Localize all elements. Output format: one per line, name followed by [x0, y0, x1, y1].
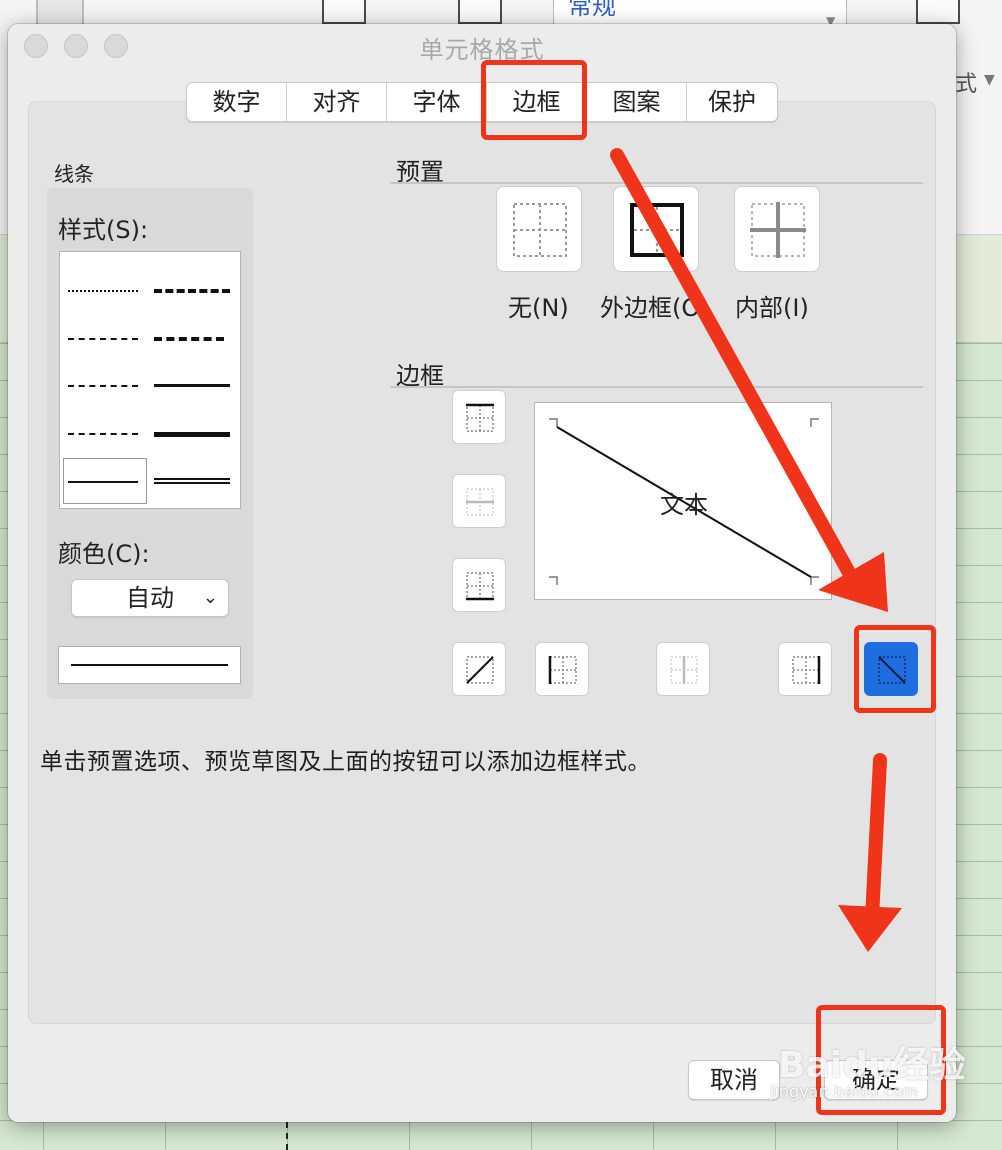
divider — [390, 182, 923, 184]
dialog-title: 单元格格式 — [419, 36, 545, 64]
tab-alignment[interactable]: 对齐 — [287, 83, 387, 121]
border-inside-horizontal-icon — [466, 488, 494, 516]
inside-vertical-border-button[interactable] — [656, 642, 710, 696]
highlight-diagonal-button — [854, 625, 936, 713]
cancel-button[interactable]: 取消 — [688, 1060, 780, 1100]
line-section-title: 线条 — [54, 162, 94, 186]
border-inside-vertical-icon — [670, 656, 698, 684]
toolbar-button[interactable] — [322, 0, 366, 24]
line-style-dotted[interactable] — [68, 290, 138, 292]
preset-none-icon — [513, 203, 567, 257]
border-top-icon — [466, 403, 494, 432]
preset-outline-icon — [630, 203, 684, 257]
toolbar-button[interactable] — [916, 0, 960, 24]
line-style-label: 样式(S): — [58, 216, 149, 244]
line-color-label: 颜色(C): — [58, 540, 150, 568]
selected-line-style-highlight — [63, 458, 147, 504]
line-style-dash-dot[interactable] — [68, 385, 138, 387]
tab-protection[interactable]: 保护 — [687, 83, 777, 121]
inside-horizontal-border-button[interactable] — [452, 474, 506, 528]
watermark-url: jingyan.baidu.com — [770, 1082, 918, 1101]
preset-none-button[interactable] — [496, 186, 582, 272]
left-border-button[interactable] — [535, 642, 589, 696]
preset-inside-icon — [750, 202, 806, 258]
line-style-medium[interactable] — [154, 384, 230, 387]
chevron-down-icon: ⌄ — [202, 587, 218, 608]
line-color-preview — [58, 646, 241, 684]
highlight-border-tab — [481, 60, 587, 140]
line-style-thick[interactable] — [154, 432, 230, 437]
watermark-logo: Baidu经验 — [778, 1045, 966, 1086]
number-format-value: 常规 — [568, 0, 616, 20]
tab-number[interactable]: 数字 — [187, 83, 287, 121]
border-preview[interactable]: 文本 — [534, 402, 832, 600]
border-diagonal-up-icon — [466, 656, 494, 684]
line-style-dash-dot-thick[interactable] — [154, 289, 230, 293]
bottom-border-button[interactable] — [452, 558, 506, 612]
preview-text: 文本 — [660, 491, 708, 519]
chevron-down-icon: ▼ — [984, 72, 995, 88]
preset-outline-label: 外边框(O) — [600, 294, 710, 322]
tab-font[interactable]: 字体 — [387, 83, 487, 121]
line-style-medium-dashed[interactable] — [154, 337, 224, 341]
preset-inside-button[interactable] — [734, 186, 820, 272]
page-break-line — [286, 1122, 288, 1150]
preset-outline-button[interactable] — [613, 186, 699, 272]
border-left-icon — [548, 656, 577, 684]
toolbar-button[interactable] — [458, 0, 502, 24]
format-cells-dialog: 单元格格式 数字 对齐 字体 边框 图案 保护 线条 样式(S): 颜色(C):… — [8, 24, 956, 1122]
divider — [390, 386, 923, 388]
tab-pattern[interactable]: 图案 — [587, 83, 687, 121]
right-border-button[interactable] — [778, 642, 832, 696]
diagonal-up-border-button[interactable] — [452, 642, 506, 696]
hint-text: 单击预置选项、预览草图及上面的按钮可以添加边框样式。 — [40, 749, 651, 775]
line-style-dash-dot-dot[interactable] — [68, 338, 138, 340]
border-bottom-icon — [466, 572, 494, 601]
line-color-value: 自动 — [126, 584, 174, 612]
preset-inside-label: 内部(I) — [735, 294, 809, 322]
line-style-double[interactable] — [154, 478, 230, 484]
color-preview-line — [71, 664, 228, 666]
border-right-icon — [792, 656, 821, 684]
line-color-select[interactable]: 自动 ⌄ — [71, 579, 229, 617]
preset-none-label: 无(N) — [508, 294, 569, 322]
cell-style-label: 式 — [955, 72, 978, 97]
top-border-button[interactable] — [452, 390, 506, 444]
line-style-hair[interactable] — [68, 433, 138, 435]
